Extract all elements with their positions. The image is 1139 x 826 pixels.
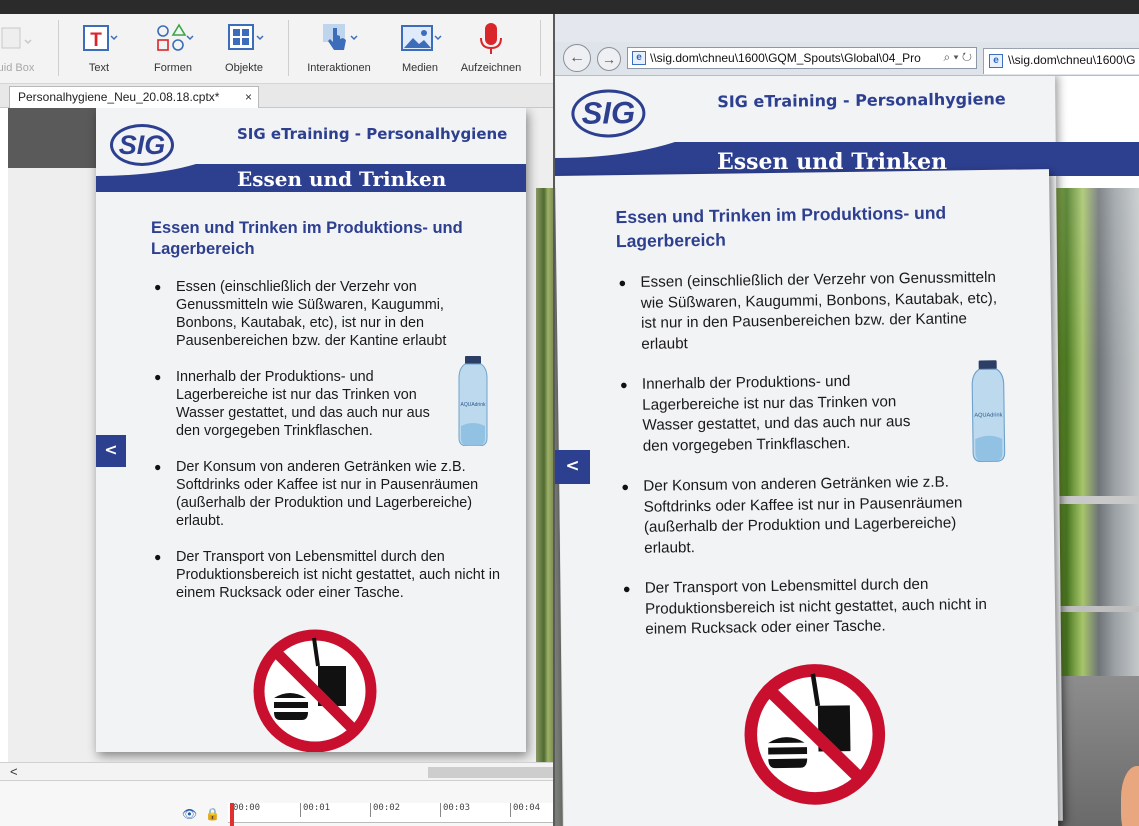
shapes-button[interactable]: Formen: [142, 14, 204, 84]
timeline-visibility-lock-icons[interactable]: 👁🔒: [182, 807, 228, 821]
objects-icon: [228, 24, 264, 50]
app-title: SIG eTraining - Personalhygiene: [237, 125, 508, 143]
timeline-tick: 00:02: [370, 803, 400, 817]
document-tab-label: Personalhygiene_Neu_20.08.18.cptx*: [18, 90, 220, 104]
stage-header-shade: [8, 108, 98, 168]
scrollbar-thumb[interactable]: [428, 767, 556, 778]
bullet-list: Essen (einschließlich der Verzehr von Ge…: [154, 278, 504, 602]
horizontal-scrollbar[interactable]: <: [0, 762, 556, 780]
ribbon-toolbar: uid Box T Text Formen Objekte Interaktio…: [0, 14, 556, 84]
hand-pointer-icon: [323, 24, 358, 50]
water-bottle-image: AQUAdrink: [971, 360, 1006, 463]
ie-favicon-icon: e: [989, 54, 1003, 68]
timeline-playhead[interactable]: [230, 803, 234, 826]
timeline-tick: 00:03: [440, 803, 470, 817]
back-button[interactable]: <: [96, 435, 126, 467]
objects-button[interactable]: Objekte: [214, 14, 274, 84]
bullet-item: Essen (einschließlich der Verzehr von Ge…: [618, 268, 999, 355]
address-bar[interactable]: e \\sig.dom\chneu\1600\GQM_Spouts\Global…: [627, 47, 977, 69]
slide-stage: SIG SIG eTraining - Personalhygiene Esse…: [0, 108, 556, 762]
timeline-tick: 00:04: [510, 803, 540, 817]
no-food-drink-sign: [253, 629, 377, 752]
bottle-label: AQUAdrink: [460, 402, 486, 408]
browser-tab[interactable]: e \\sig.dom\chneu\1600\G: [983, 48, 1139, 74]
address-tools-icons[interactable]: ⌕ ▾ ↻: [939, 50, 972, 65]
browser-titlebar: [555, 14, 1139, 42]
app-title: SIG eTraining - Personalhygiene: [717, 89, 1006, 112]
ribbon-separator: [288, 20, 289, 76]
factory-background-detail: [1055, 606, 1139, 612]
eye-icon[interactable]: 👁: [182, 807, 205, 821]
stage-edge: [0, 108, 8, 762]
quiz-box-icon: [1, 27, 32, 49]
timeline-tick: 00:01: [300, 803, 330, 817]
interactions-button[interactable]: Interaktionen: [300, 14, 378, 84]
lock-icon[interactable]: 🔒: [205, 807, 228, 821]
slide-canvas[interactable]: SIG SIG eTraining - Personalhygiene Esse…: [96, 108, 526, 752]
bullet-item: Essen (einschließlich der Verzehr von Ge…: [154, 278, 504, 350]
browser-tab-label: \\sig.dom\chneu\1600\G: [1008, 53, 1136, 67]
water-bottle-image: AQUAdrink: [458, 356, 488, 446]
text-icon: T: [83, 25, 118, 51]
browser-content: SIG SIG eTraining - Personalhygiene Esse…: [555, 76, 1139, 826]
ribbon-separator: [540, 20, 541, 76]
ie-favicon-icon: e: [632, 51, 646, 65]
image-icon: [401, 25, 442, 51]
timeline-tick: 00:00: [230, 803, 260, 817]
bullet-item: Der Transport von Lebensmittel durch den…: [154, 548, 504, 602]
back-button[interactable]: <: [555, 450, 590, 484]
document-tab-bar: Personalhygiene_Neu_20.08.18.cptx* ×: [0, 84, 556, 108]
timeline-panel: 👁🔒 00:00 00:01 00:02 00:03 00:04: [0, 780, 556, 826]
quiz-box-button[interactable]: uid Box: [0, 14, 46, 84]
media-button[interactable]: Medien: [390, 14, 450, 84]
slide-heading: Essen und Trinken im Produktions- und La…: [151, 219, 463, 259]
browser-forward-button[interactable]: →: [597, 47, 621, 71]
browser-window: ← → e \\sig.dom\chneu\1600\GQM_Spouts\Gl…: [553, 14, 1139, 826]
bullet-item: Der Transport von Lebensmittel durch den…: [623, 574, 1004, 641]
bullet-item: Innerhalb der Produktions- und Lagerbere…: [620, 370, 1001, 457]
document-tab[interactable]: Personalhygiene_Neu_20.08.18.cptx* ×: [9, 86, 259, 108]
address-text: \\sig.dom\chneu\1600\GQM_Spouts\Global\0…: [650, 51, 921, 65]
editor-window: uid Box T Text Formen Objekte Interaktio…: [0, 14, 556, 826]
slide-heading: Essen und Trinken im Produktions- und La…: [615, 202, 947, 252]
shapes-icon: [157, 23, 194, 51]
bullet-item: Der Konsum von anderen Getränken wie z.B…: [154, 458, 504, 530]
slide-body-preview: Essen und Trinken im Produktions- und La…: [555, 169, 1059, 826]
ribbon-separator: [58, 20, 59, 76]
svg-text:T: T: [90, 30, 102, 51]
microphone-icon: [480, 23, 502, 54]
top-window-strip: [0, 0, 1139, 14]
text-button[interactable]: T Text: [70, 14, 128, 84]
bullet-item: Innerhalb der Produktions- und Lagerbere…: [154, 368, 504, 440]
bottle-label: AQUAdrink: [974, 412, 1002, 418]
bullet-item: Der Konsum von anderen Getränken wie z.B…: [621, 472, 1002, 559]
close-icon[interactable]: ×: [245, 90, 252, 104]
no-food-drink-sign: [744, 664, 886, 805]
browser-back-button[interactable]: ←: [563, 44, 591, 72]
bullet-list: Essen (einschließlich der Verzehr von Ge…: [618, 268, 1003, 641]
section-title: Essen und Trinken: [237, 167, 447, 191]
record-button[interactable]: Aufzeichnen: [456, 14, 526, 84]
factory-background-detail: [1055, 496, 1139, 504]
scroll-left-icon[interactable]: <: [10, 764, 18, 779]
timeline-ruler[interactable]: 00:00 00:01 00:02 00:03 00:04: [228, 803, 556, 823]
